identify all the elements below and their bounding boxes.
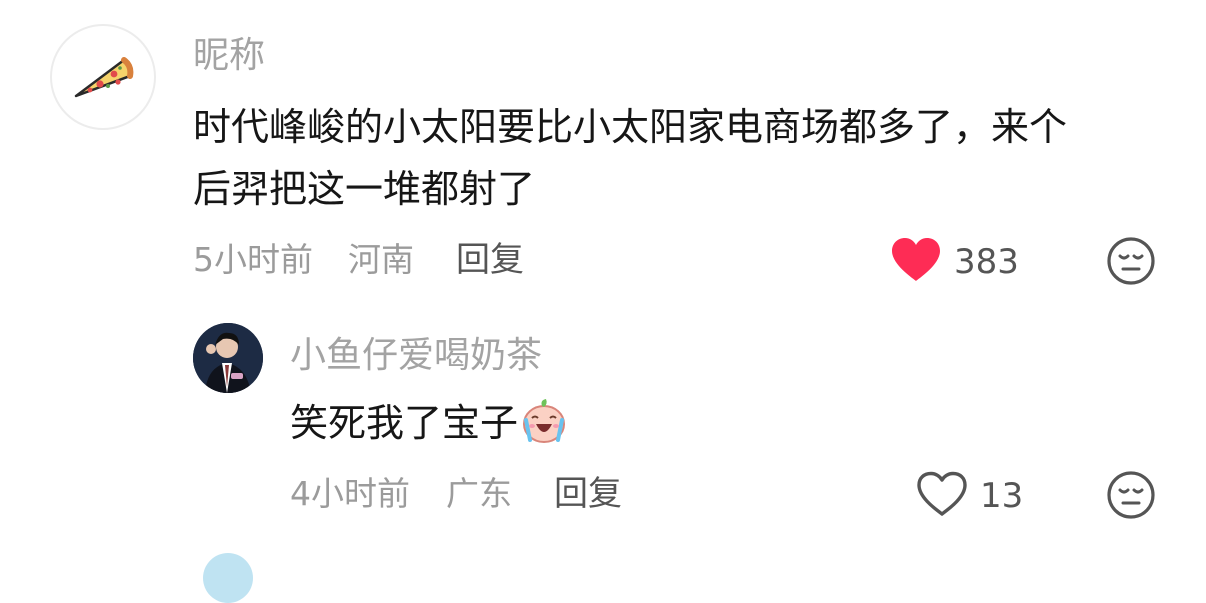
neutral-face-icon <box>1107 471 1155 519</box>
comment-location: 河南 <box>348 240 414 279</box>
comment-text-line-2: 后羿把这一堆都射了 <box>193 167 536 211</box>
reply-text: 笑死我了宝子 <box>290 392 568 454</box>
dislike-button[interactable] <box>1106 236 1156 286</box>
reply-text-content: 笑死我了宝子 <box>290 401 519 445</box>
next-comment-avatar[interactable] <box>203 553 253 603</box>
comment-time: 5小时前 <box>193 240 313 279</box>
reply-dislike-button[interactable] <box>1106 470 1156 520</box>
comment-avatar[interactable] <box>50 24 156 130</box>
neutral-face-icon <box>1107 237 1155 285</box>
reply-time: 4小时前 <box>290 474 410 513</box>
pizza-slice-icon <box>74 57 134 98</box>
like-button[interactable] <box>890 236 942 284</box>
comment-text-line-1: 时代峰峻的小太阳要比小太阳家电商场都多了，来个 <box>193 105 1068 149</box>
reply-username[interactable]: 小鱼仔爱喝奶茶 <box>290 336 542 376</box>
reply-button[interactable]: 回复 <box>456 240 524 280</box>
reply-like-count: 13 <box>980 476 1024 516</box>
crying-laughing-sticker <box>520 396 568 444</box>
like-count: 383 <box>954 242 1019 282</box>
heart-outline-icon <box>917 471 967 516</box>
heart-filled-icon <box>892 238 940 281</box>
reply-avatar[interactable] <box>193 323 263 393</box>
reply-reply-button[interactable]: 回复 <box>554 474 622 514</box>
user-photo-avatar <box>193 323 263 393</box>
reply-like-button[interactable] <box>916 470 968 518</box>
reply-location: 广东 <box>446 474 512 513</box>
comment-username[interactable]: 昵称 <box>193 36 265 76</box>
